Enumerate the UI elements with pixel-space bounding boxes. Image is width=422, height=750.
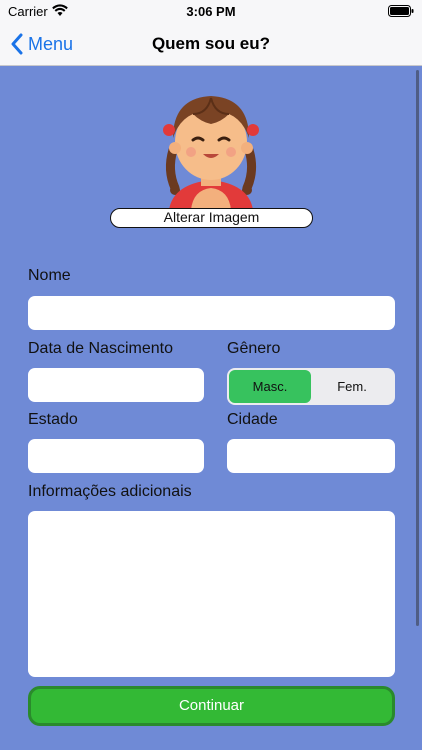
status-bar: Carrier 3:06 PM <box>0 0 422 22</box>
birth-date-label: Data de Nascimento <box>28 340 173 357</box>
continue-button[interactable]: Continuar <box>28 686 395 726</box>
gender-option-male[interactable]: Masc. <box>229 370 311 403</box>
page-title: Quem sou eu? <box>151 34 271 53</box>
change-image-button[interactable]: Alterar Imagem <box>110 208 313 228</box>
city-input[interactable] <box>227 439 395 473</box>
additional-info-textarea[interactable] <box>28 511 395 677</box>
name-input[interactable] <box>28 296 395 330</box>
scroll-indicator[interactable] <box>416 70 419 626</box>
navigation-bar: Menu Quem sou eu? <box>0 22 422 66</box>
state-input[interactable] <box>28 439 204 473</box>
girl-avatar-icon <box>163 96 259 210</box>
city-label: Cidade <box>227 411 278 428</box>
name-label: Nome <box>28 267 71 284</box>
battery-icon <box>388 5 414 17</box>
status-time: 3:06 PM <box>186 4 236 19</box>
gender-label: Gênero <box>227 340 281 357</box>
gender-segmented-control[interactable]: Masc. Fem. <box>227 368 395 405</box>
state-label: Estado <box>28 411 78 428</box>
birth-date-input[interactable] <box>28 368 204 402</box>
gender-option-female[interactable]: Fem. <box>311 370 393 403</box>
additional-info-label: Informações adicionais <box>28 483 192 500</box>
